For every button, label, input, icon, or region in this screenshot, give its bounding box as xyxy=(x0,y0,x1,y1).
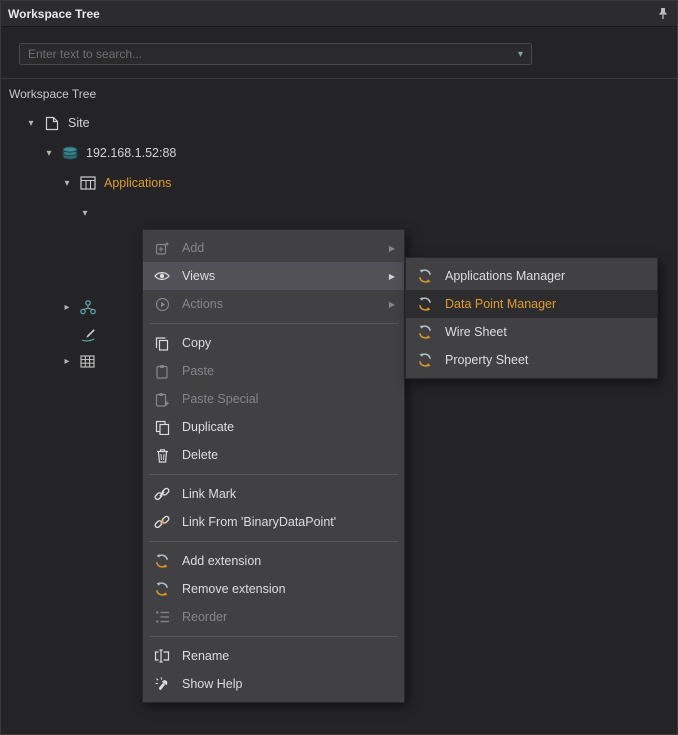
tree-section-header: Workspace Tree xyxy=(1,78,677,106)
applications-grid-icon xyxy=(78,175,97,192)
context-menu: Add ▶ Views ▶ Actions ▶ xyxy=(142,229,405,703)
menu-item-label: Add xyxy=(182,241,381,255)
panel-titlebar: Workspace Tree xyxy=(1,1,677,27)
add-icon xyxy=(152,240,172,257)
sync-icon xyxy=(152,581,172,598)
menu-item-duplicate[interactable]: Duplicate xyxy=(143,413,404,441)
paste-icon xyxy=(152,363,172,380)
search-row: ▾ xyxy=(1,27,677,78)
caret-expanded-icon[interactable]: ▾ xyxy=(42,148,56,159)
trash-icon xyxy=(152,447,172,464)
submenu-item-label: Wire Sheet xyxy=(445,325,648,339)
link-icon xyxy=(152,486,172,503)
views-submenu: Applications Manager Data Point Manager xyxy=(405,257,658,379)
pen-signature-icon xyxy=(78,326,97,343)
submenu-arrow-icon: ▶ xyxy=(389,300,395,309)
menu-item-label: Link Mark xyxy=(182,487,395,501)
submenu-item-property-sheet[interactable]: Property Sheet xyxy=(406,346,657,374)
menu-item-label: Copy xyxy=(182,336,395,350)
tree-item-label: Applications xyxy=(104,176,171,190)
caret-expanded-icon[interactable]: ▾ xyxy=(78,208,92,219)
submenu-item-label: Data Point Manager xyxy=(445,297,648,311)
org-chart-icon xyxy=(78,299,97,316)
caret-collapsed-icon[interactable]: ▸ xyxy=(60,302,74,313)
menu-item-rename[interactable]: Rename xyxy=(143,642,404,670)
menu-item-remove-extension[interactable]: Remove extension xyxy=(143,575,404,603)
tree-item-label: Site xyxy=(68,116,90,130)
device-stack-icon xyxy=(60,145,79,162)
menu-item-views[interactable]: Views ▶ xyxy=(143,262,404,290)
paste-special-icon xyxy=(152,391,172,408)
menu-item-add-extension[interactable]: Add extension xyxy=(143,547,404,575)
search-input[interactable] xyxy=(20,47,514,61)
menu-item-label: Reorder xyxy=(182,610,395,624)
caret-collapsed-icon[interactable]: ▸ xyxy=(60,356,74,367)
submenu-item-applications-manager[interactable]: Applications Manager xyxy=(406,262,657,290)
menu-separator xyxy=(149,474,398,475)
menu-separator xyxy=(149,323,398,324)
menu-item-label: Remove extension xyxy=(182,582,395,596)
caret-expanded-icon[interactable]: ▾ xyxy=(24,118,38,129)
submenu-item-wire-sheet[interactable]: Wire Sheet xyxy=(406,318,657,346)
copy-icon xyxy=(152,335,172,352)
workspace-tree-panel: Workspace Tree ▾ Workspace Tree ▾ Sit xyxy=(0,0,678,735)
panel-title: Workspace Tree xyxy=(8,7,100,21)
menu-item-label: Actions xyxy=(182,297,381,311)
torch-icon xyxy=(152,676,172,693)
chevron-down-icon[interactable]: ▾ xyxy=(514,49,531,60)
menu-item-delete[interactable]: Delete xyxy=(143,441,404,469)
tree-item-site[interactable]: ▾ Site xyxy=(1,108,677,138)
document-icon xyxy=(42,115,61,132)
menu-item-label: Paste xyxy=(182,364,395,378)
table-grid-icon xyxy=(78,353,97,370)
rename-icon xyxy=(152,648,172,665)
tree-item-label: 192.168.1.52:88 xyxy=(86,146,176,160)
menu-item-add: Add ▶ xyxy=(143,234,404,262)
eye-icon xyxy=(152,268,172,285)
menu-separator xyxy=(149,541,398,542)
menu-item-label: Link From 'BinaryDataPoint' xyxy=(182,515,395,529)
menu-item-label: Views xyxy=(182,269,381,283)
menu-item-show-help[interactable]: Show Help xyxy=(143,670,404,698)
tree-item-occluded-node[interactable]: ▾ xyxy=(1,198,677,228)
reorder-icon xyxy=(152,609,172,626)
sync-icon xyxy=(152,553,172,570)
menu-item-label: Rename xyxy=(182,649,395,663)
play-circle-icon xyxy=(152,296,172,313)
menu-item-reorder: Reorder xyxy=(143,603,404,631)
tree-item-applications[interactable]: ▾ Applications xyxy=(1,168,677,198)
submenu-item-label: Property Sheet xyxy=(445,353,648,367)
menu-separator xyxy=(149,636,398,637)
menu-item-actions: Actions ▶ xyxy=(143,290,404,318)
menu-item-paste: Paste xyxy=(143,357,404,385)
sync-icon xyxy=(415,352,435,369)
menu-item-label: Show Help xyxy=(182,677,395,691)
submenu-item-label: Applications Manager xyxy=(445,269,648,283)
pin-icon[interactable] xyxy=(656,7,670,21)
menu-item-label: Add extension xyxy=(182,554,395,568)
duplicate-icon xyxy=(152,419,172,436)
menu-item-label: Delete xyxy=(182,448,395,462)
submenu-arrow-icon: ▶ xyxy=(389,272,395,281)
menu-item-copy[interactable]: Copy xyxy=(143,329,404,357)
search-combobox[interactable]: ▾ xyxy=(19,43,532,65)
tree-item-controller[interactable]: ▾ 192.168.1.52:88 xyxy=(1,138,677,168)
menu-item-label: Duplicate xyxy=(182,420,395,434)
menu-item-link-mark[interactable]: Link Mark xyxy=(143,480,404,508)
menu-item-link-from[interactable]: Link From 'BinaryDataPoint' xyxy=(143,508,404,536)
menu-item-paste-special: Paste Special xyxy=(143,385,404,413)
menu-item-label: Paste Special xyxy=(182,392,395,406)
caret-expanded-icon[interactable]: ▾ xyxy=(60,178,74,189)
submenu-arrow-icon: ▶ xyxy=(389,244,395,253)
sync-icon xyxy=(415,296,435,313)
submenu-item-data-point-manager[interactable]: Data Point Manager xyxy=(406,290,657,318)
sync-icon xyxy=(415,324,435,341)
sync-icon xyxy=(415,268,435,285)
pin-icon-glyph xyxy=(657,7,669,20)
link-from-icon xyxy=(152,514,172,531)
